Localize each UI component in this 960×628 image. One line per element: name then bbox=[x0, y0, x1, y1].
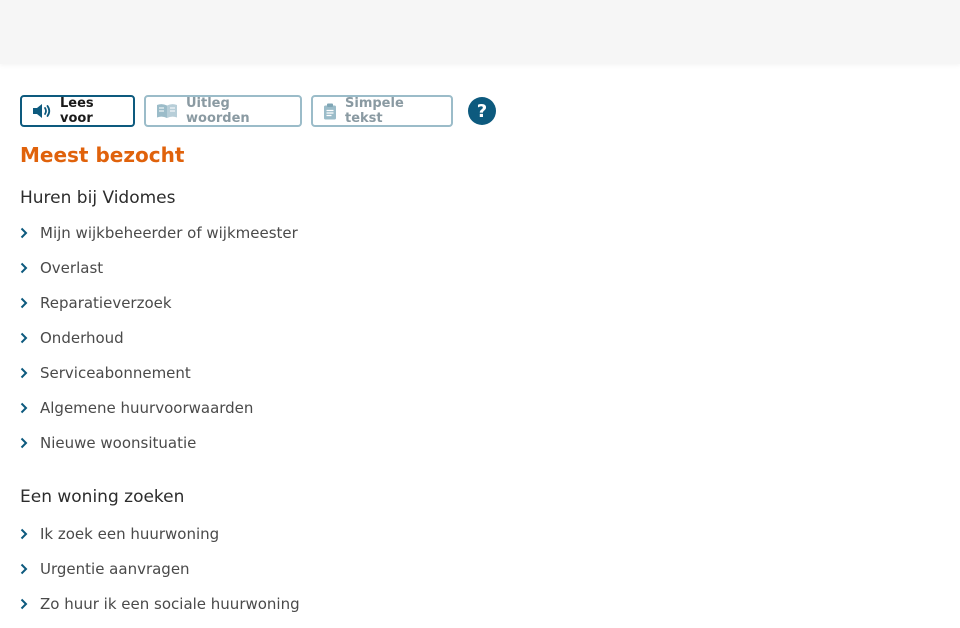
simple-text-label: Simpele tekst bbox=[345, 96, 404, 126]
open-book-icon bbox=[156, 103, 178, 119]
chevron-right-icon bbox=[20, 327, 40, 349]
link-text: Urgentie aanvragen bbox=[40, 560, 190, 578]
list-item[interactable]: Ik zoek een huurwoning bbox=[20, 523, 940, 558]
explain-words-button[interactable]: Uitleg woorden bbox=[144, 95, 302, 127]
list-item[interactable]: Nieuwe woonsituatie bbox=[20, 432, 940, 467]
list-item[interactable]: Reparatieverzoek bbox=[20, 292, 940, 327]
help-button[interactable]: ? bbox=[468, 97, 496, 125]
chevron-right-icon bbox=[20, 222, 40, 244]
page-header bbox=[0, 0, 960, 64]
chevron-right-icon bbox=[20, 523, 40, 545]
list-item[interactable]: Urgentie aanvragen bbox=[20, 558, 940, 593]
help-icon: ? bbox=[476, 100, 488, 122]
main-content: Lees voor Uitleg woorden Simpele tekst ?… bbox=[20, 95, 940, 628]
link-text: Zo huur ik een sociale huurwoning bbox=[40, 595, 300, 613]
read-aloud-label: Lees voor bbox=[60, 96, 94, 126]
section-title: Meest bezocht bbox=[20, 143, 185, 167]
chevron-right-icon bbox=[20, 558, 40, 580]
chevron-right-icon bbox=[20, 362, 40, 384]
list-item[interactable]: Serviceabonnement bbox=[20, 362, 940, 397]
link-text: Onderhoud bbox=[40, 329, 124, 347]
speaker-icon bbox=[32, 103, 52, 119]
link-text: Mijn wijkbeheerder of wijkmeester bbox=[40, 224, 298, 242]
link-text: Ik zoek een huurwoning bbox=[40, 525, 220, 543]
list-item[interactable]: Algemene huurvoorwaarden bbox=[20, 397, 940, 432]
list-item[interactable]: Mijn wijkbeheerder of wijkmeester bbox=[20, 222, 940, 257]
chevron-right-icon bbox=[20, 593, 40, 615]
link-text: Algemene huurvoorwaarden bbox=[40, 399, 254, 417]
link-text: Serviceabonnement bbox=[40, 364, 191, 382]
link-text: Overlast bbox=[40, 259, 104, 277]
explain-words-label: Uitleg woorden bbox=[186, 96, 250, 126]
link-list-huren: Mijn wijkbeheerder of wijkmeester Overla… bbox=[20, 222, 940, 467]
list-item[interactable]: Onderhoud bbox=[20, 327, 940, 362]
clipboard-icon bbox=[323, 103, 337, 120]
link-text: Reparatieverzoek bbox=[40, 294, 172, 312]
chevron-right-icon bbox=[20, 397, 40, 419]
list-item[interactable]: Overlast bbox=[20, 257, 940, 292]
link-text: Nieuwe woonsituatie bbox=[40, 434, 197, 452]
accessibility-toolbar: Lees voor Uitleg woorden Simpele tekst ? bbox=[20, 95, 940, 127]
read-aloud-button[interactable]: Lees voor bbox=[20, 95, 135, 127]
group-title-huren: Huren bij Vidomes bbox=[20, 188, 176, 208]
simple-text-button[interactable]: Simpele tekst bbox=[311, 95, 453, 127]
chevron-right-icon bbox=[20, 292, 40, 314]
chevron-right-icon bbox=[20, 432, 40, 454]
group-title-woning-zoeken: Een woning zoeken bbox=[20, 487, 185, 507]
list-item[interactable]: Zo huur ik een sociale huurwoning bbox=[20, 593, 940, 628]
chevron-right-icon bbox=[20, 257, 40, 279]
link-list-woning-zoeken: Ik zoek een huurwoning Urgentie aanvrage… bbox=[20, 523, 940, 628]
